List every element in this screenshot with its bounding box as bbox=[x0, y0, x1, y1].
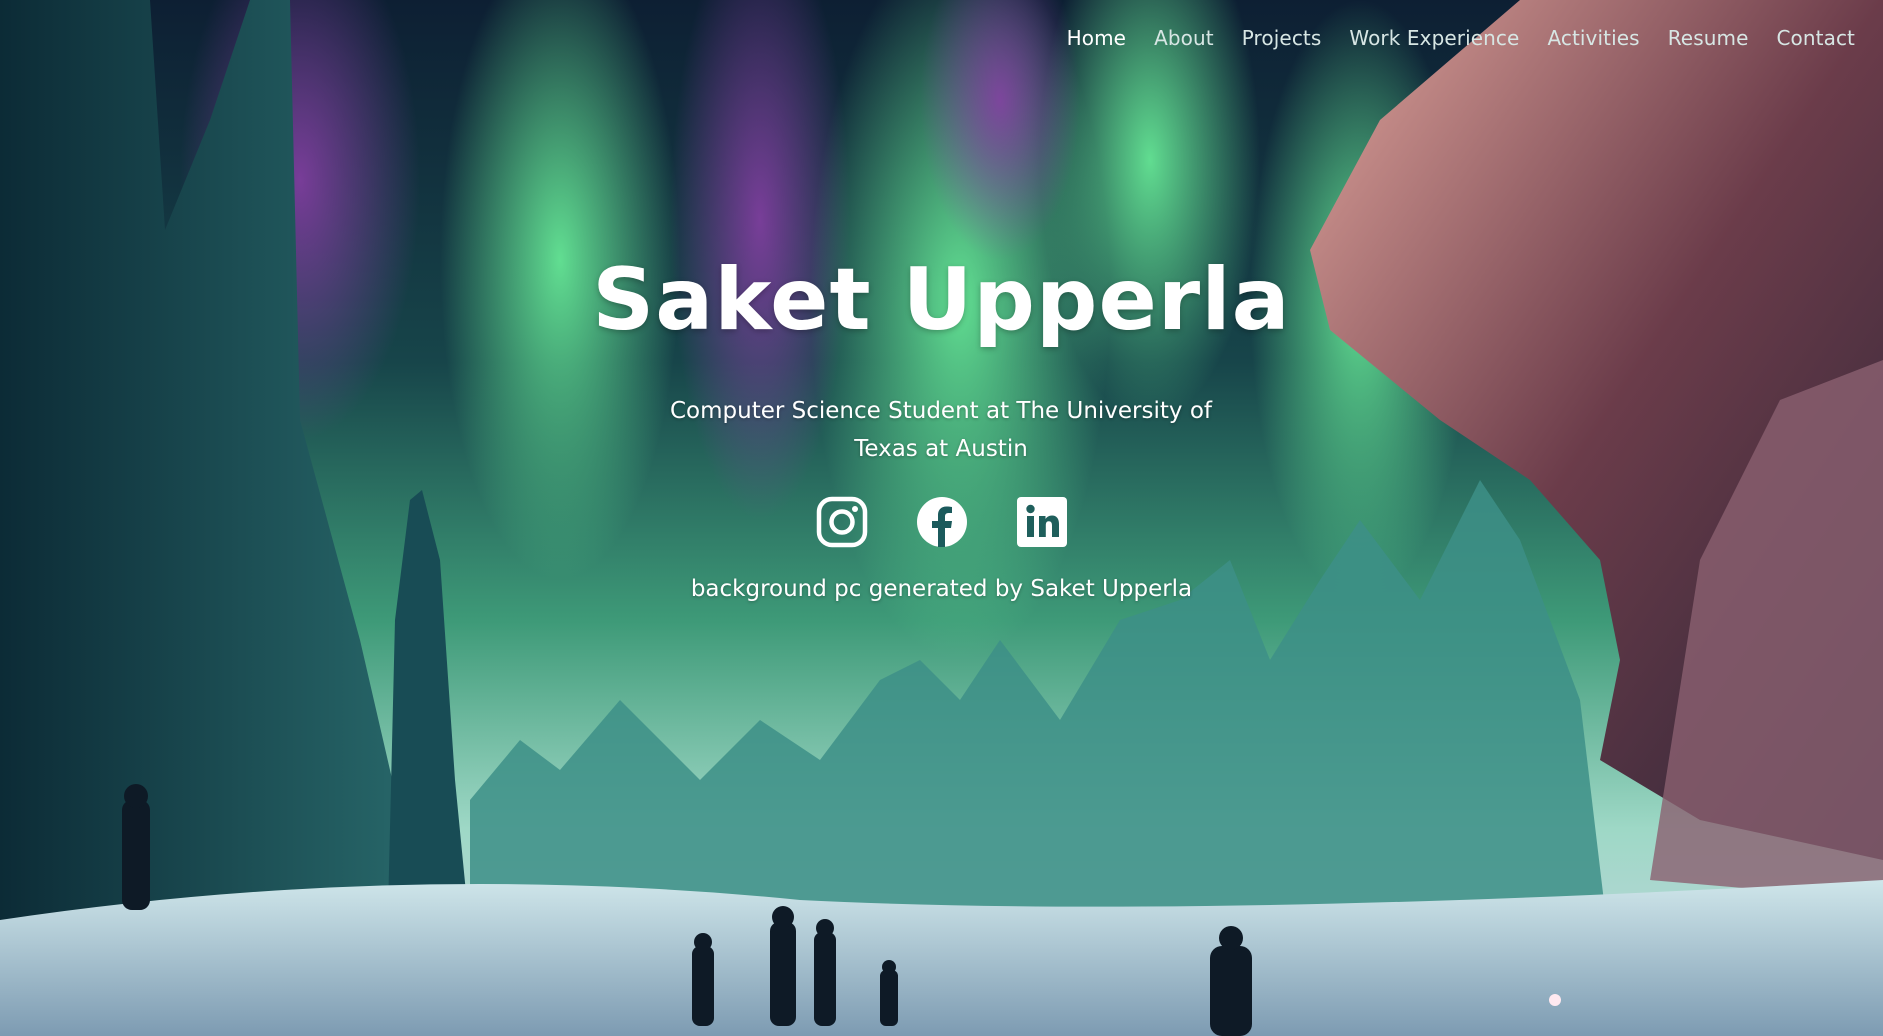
linkedin-icon bbox=[1016, 497, 1067, 547]
hero-subtitle: Computer Science Student at The Universi… bbox=[670, 398, 1212, 462]
instagram-link[interactable] bbox=[816, 496, 868, 548]
nav-projects-link[interactable]: Projects bbox=[1228, 24, 1336, 52]
nav-about-link[interactable]: About bbox=[1140, 24, 1228, 52]
background-credit: background pc generated by Saket Upperla bbox=[690, 576, 1193, 602]
main-navigation: Home About Projects Work Experience Acti… bbox=[1053, 24, 1869, 52]
nav-resume-link[interactable]: Resume bbox=[1654, 24, 1763, 52]
nav-contact-link[interactable]: Contact bbox=[1762, 24, 1869, 52]
nav-work-experience-link[interactable]: Work Experience bbox=[1335, 24, 1533, 52]
instagram-icon bbox=[816, 496, 867, 548]
nav-activities-link[interactable]: Activities bbox=[1533, 24, 1653, 52]
facebook-link[interactable] bbox=[916, 496, 968, 548]
facebook-icon bbox=[916, 497, 967, 547]
social-links bbox=[0, 496, 1883, 548]
linkedin-link[interactable] bbox=[1016, 496, 1068, 548]
nav-home-link[interactable]: Home bbox=[1053, 24, 1140, 52]
page-title: Saket Upperla bbox=[592, 250, 1291, 350]
hero-section: Home About Projects Work Experience Acti… bbox=[0, 0, 1883, 1036]
